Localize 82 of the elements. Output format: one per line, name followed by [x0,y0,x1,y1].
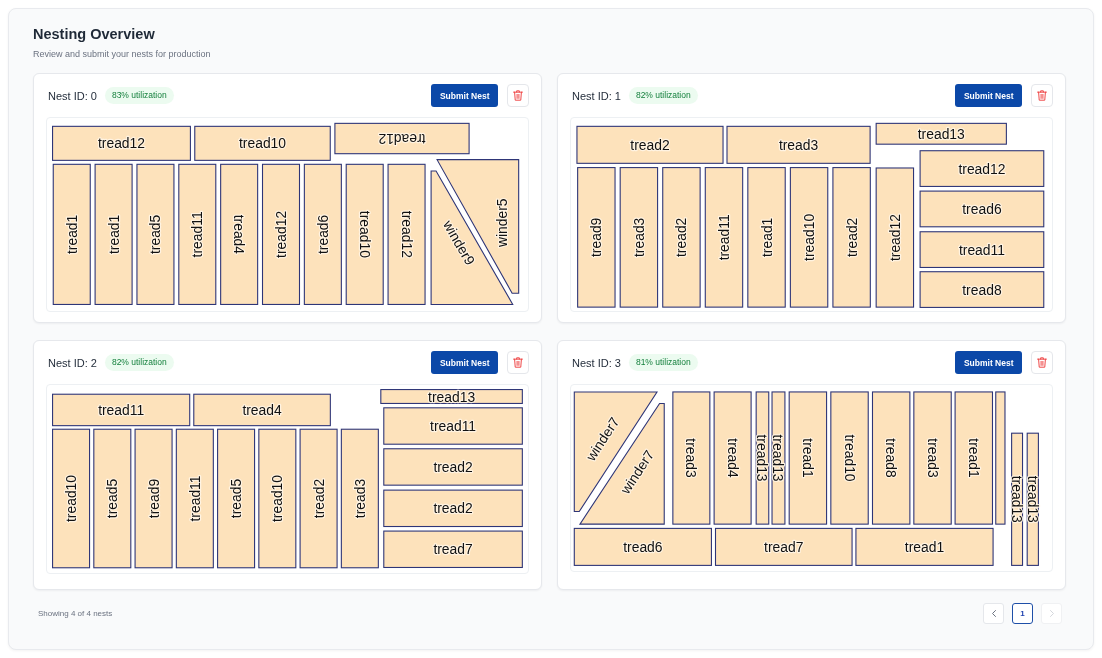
tread-piece: tread3 [672,391,711,525]
trash-icon [513,357,523,368]
tread-piece: tread6 [303,163,342,305]
tread-piece: tread12 [52,125,191,161]
nest-id-label: Nest ID: 3 [572,355,621,370]
utilization-badge: 81% utilization [628,354,698,371]
nest-id-label: Nest ID: 2 [48,355,97,370]
tread-piece: tread4 [220,163,259,305]
utilization-badge: 82% utilization [104,354,174,371]
page-button[interactable]: 1 [1012,603,1033,624]
tread-piece: tread11 [919,231,1045,268]
submit-nest-button[interactable]: Submit Nest [955,84,1022,107]
tread-piece: tread4 [193,393,331,427]
chevron-right-icon [1049,610,1054,617]
trash-icon [1037,357,1047,368]
tread-piece: tread3 [913,391,952,525]
tread-piece: tread9 [134,428,173,569]
submit-nest-button[interactable]: Submit Nest [431,351,498,374]
tread-piece: tread11 [178,163,217,305]
tread-piece: tread13 [754,391,771,525]
nest-id-label: Nest ID: 0 [48,88,97,103]
tread-piece: tread4 [713,391,752,525]
tread-piece: tread8 [871,391,911,525]
tread-piece: tread10 [258,428,297,569]
tread-piece: tread11 [52,393,191,427]
tread-piece: tread6 [573,527,712,566]
tread-piece: tread13 [770,391,787,525]
tread-piece: tread7 [383,530,523,568]
tread-piece: tread10 [52,428,91,569]
tread-piece: tread2 [832,167,871,308]
tread-piece: tread11 [704,167,744,308]
tread-piece: tread12 [875,167,915,308]
submit-nest-button[interactable]: Submit Nest [431,84,498,107]
utilization-badge: 83% utilization [104,87,174,104]
tread-piece: tread13 [1024,432,1041,566]
page-title: Nesting Overview [33,25,155,44]
tread-piece: tread11 [175,428,214,569]
tread-piece: tread9 [577,167,616,308]
utilization-badge: 82% utilization [628,87,698,104]
page-subtitle: Review and submit your nests for production [33,48,211,60]
tread-piece: tread10 [194,125,331,161]
tread-piece: tread3 [726,125,871,164]
tread-piece: tread1 [747,167,786,308]
tread-piece: tread12 [261,163,301,305]
tread-piece: tread11 [383,407,523,445]
delete-button[interactable] [507,84,529,107]
tread-piece: tread8 [919,271,1045,308]
tread-piece: tread12 [387,163,426,305]
delete-button[interactable] [507,351,529,374]
tread-piece: tread2 [299,428,338,569]
submit-nest-button[interactable]: Submit Nest [955,351,1022,374]
tread-piece: tread3 [340,428,379,569]
nest-count-text: Showing 4 of 4 nests [38,608,113,619]
nest-id-label: Nest ID: 1 [572,88,621,103]
tread-piece: tread10 [830,391,869,525]
tread-piece: tread5 [217,428,256,569]
tread-piece: tread1 [954,391,994,525]
tread-piece: tread12 [919,150,1045,187]
chevron-left-icon [991,610,996,617]
tread-piece: tread1 [52,163,91,305]
tread-piece: tread2 [576,125,724,164]
delete-button[interactable] [1031,351,1053,374]
tread-piece: tread1 [788,391,828,525]
delete-button[interactable] [1031,84,1053,107]
tread-piece: tread12 [334,122,470,155]
tread-piece: tread10 [345,163,384,305]
tread-piece: tread2 [383,448,523,486]
tread-piece: tread6 [919,190,1045,228]
tread-piece: tread2 [383,489,523,528]
tread-piece: tread10 [789,167,829,308]
trash-icon [1037,90,1047,101]
tread-piece: tread13 [380,388,523,405]
tread-piece: tread7 [714,527,853,566]
tread-piece: tread3 [619,167,659,308]
trash-icon [513,90,523,101]
tread-piece: tread5 [136,163,175,305]
tread-piece: tread1 [855,527,994,566]
tread-piece: tread1 [94,163,133,305]
tread-piece: tread5 [93,428,132,569]
tread-piece: tread2 [662,167,701,308]
tread-piece: tread13 [875,122,1007,145]
tread-piece: tread13 [1009,432,1026,566]
